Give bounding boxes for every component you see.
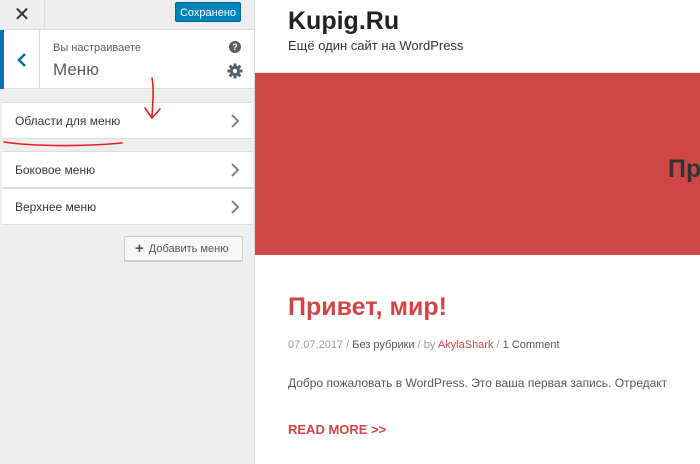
menu-item-top-menu[interactable]: Верхнее меню bbox=[2, 188, 253, 225]
post-meta: 07.07.2017 / Без рубрики / by AkylaShark… bbox=[288, 339, 560, 351]
site-tagline: Ещё один сайт на WordPress bbox=[288, 38, 464, 53]
customizing-label: Вы настраиваете bbox=[53, 42, 142, 54]
chevron-right-icon bbox=[231, 163, 240, 177]
saved-button[interactable]: Сохранено bbox=[175, 2, 241, 22]
meta-separator: / bbox=[493, 339, 503, 351]
site-title[interactable]: Kupig.Ru bbox=[288, 7, 399, 36]
gear-icon[interactable] bbox=[227, 63, 243, 79]
post-comments[interactable]: 1 Comment bbox=[503, 339, 560, 351]
customizer-topbar: ✕ Сохранено bbox=[0, 0, 254, 30]
chevron-left-icon bbox=[16, 52, 26, 67]
section-title: Меню bbox=[53, 60, 99, 79]
annotation-underline bbox=[3, 141, 123, 147]
site-preview: Kupig.Ru Ещё один сайт на WordPress Пр П… bbox=[255, 0, 700, 464]
menu-item-label: Боковое меню bbox=[15, 163, 96, 177]
post-date[interactable]: 07.07.2017 bbox=[288, 339, 343, 351]
menu-item-menu-locations[interactable]: Области для меню bbox=[2, 102, 253, 139]
close-icon: ✕ bbox=[13, 4, 31, 26]
section-header: Вы настраиваете Меню ? bbox=[0, 30, 254, 89]
menu-item-label: Области для меню bbox=[15, 114, 121, 128]
hero-text: Пр bbox=[668, 155, 700, 183]
menu-item-side-menu[interactable]: Боковое меню bbox=[2, 151, 253, 188]
back-button[interactable] bbox=[0, 30, 40, 89]
meta-separator: / bbox=[343, 339, 353, 351]
post-author[interactable]: AkylaShark bbox=[438, 339, 494, 351]
post-excerpt: Добро пожаловать в WordPress. Это ваша п… bbox=[288, 376, 668, 390]
add-menu-button[interactable]: + Добавить меню bbox=[124, 236, 243, 261]
plus-icon: + bbox=[135, 240, 144, 257]
read-more-link[interactable]: READ MORE >> bbox=[288, 422, 386, 437]
close-customizer-button[interactable]: ✕ bbox=[0, 0, 45, 30]
post-category[interactable]: Без рубрики bbox=[352, 339, 414, 351]
chevron-right-icon bbox=[231, 200, 240, 214]
menu-item-label: Верхнее меню bbox=[15, 200, 97, 214]
meta-separator: / by bbox=[414, 339, 438, 351]
help-icon[interactable]: ? bbox=[229, 41, 241, 53]
post-title[interactable]: Привет, мир! bbox=[288, 293, 447, 322]
chevron-right-icon bbox=[231, 114, 240, 128]
customizer-panel: ✕ Сохранено Вы настраиваете Меню ? Облас… bbox=[0, 0, 255, 464]
add-menu-label: Добавить меню bbox=[148, 242, 229, 255]
hero-banner: Пр bbox=[255, 72, 700, 255]
